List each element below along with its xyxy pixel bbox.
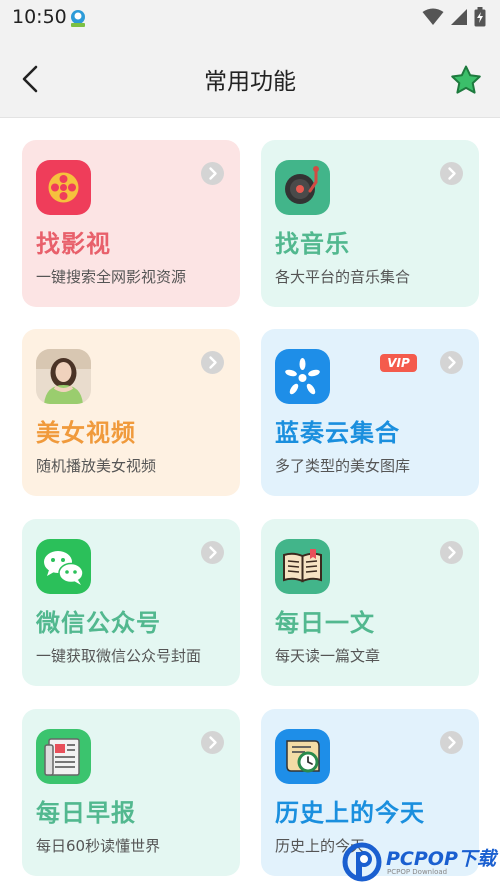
status-time: 10:50 [12, 6, 67, 28]
pcpop-watermark: PCPOP下载 PCPOP Download [342, 842, 496, 882]
card-beauty-videos[interactable]: 美女视频 随机播放美女视频 [22, 329, 240, 496]
wechat-icon [36, 539, 91, 594]
battery-charging-icon [474, 7, 486, 27]
page-title: 常用功能 [204, 69, 296, 95]
app-notification-icon [71, 10, 85, 27]
status-icons [422, 7, 486, 27]
film-reel-icon [36, 160, 91, 215]
chevron-right-icon [440, 731, 463, 754]
chevron-right-icon [201, 351, 224, 374]
function-grid: 找影视 一键搜索全网影视资源 找音乐 各大平台的音乐集合 美女视频 随机播放美女… [0, 118, 500, 888]
chevron-right-icon [201, 731, 224, 754]
card-description: 多了类型的美女图库 [275, 457, 411, 475]
card-description: 每日60秒读懂世界 [36, 837, 161, 855]
watermark-subtext: PCPOP Download [387, 868, 448, 876]
cellular-signal-icon [451, 9, 467, 25]
lanzou-cloud-icon [275, 349, 330, 404]
card-description: 随机播放美女视频 [36, 457, 157, 475]
newspaper-icon [36, 729, 91, 784]
card-wechat-official[interactable]: 微信公众号 一键获取微信公众号封面 [22, 519, 240, 686]
app-bar: 常用功能 [0, 36, 500, 118]
card-find-music[interactable]: 找音乐 各大平台的音乐集合 [261, 140, 479, 307]
card-title: 美女视频 [36, 419, 136, 447]
chevron-right-icon [440, 541, 463, 564]
card-title: 每日早报 [36, 799, 136, 827]
card-title: 找影视 [36, 230, 111, 258]
card-title: 找音乐 [275, 230, 350, 258]
card-daily-article[interactable]: 每日一文 每天读一篇文章 [261, 519, 479, 686]
card-description: 每天读一篇文章 [275, 647, 381, 665]
card-lanzou-collection[interactable]: VIP 蓝奏云集合 多了类型的美女图库 [261, 329, 479, 496]
vip-badge: VIP [380, 354, 417, 372]
card-title: 蓝奏云集合 [275, 419, 400, 447]
card-morning-news[interactable]: 每日早报 每日60秒读懂世界 [22, 709, 240, 876]
wifi-icon [422, 8, 444, 25]
record-player-icon [275, 160, 330, 215]
chevron-right-icon [201, 541, 224, 564]
card-description: 各大平台的音乐集合 [275, 268, 411, 286]
favorite-star-button[interactable] [450, 64, 482, 96]
watermark-text: PCPOP下载 [386, 848, 496, 870]
chevron-right-icon [440, 351, 463, 374]
card-title: 每日一文 [275, 609, 375, 637]
portrait-thumbnail [36, 349, 91, 404]
chevron-right-icon [201, 162, 224, 185]
chevron-right-icon [440, 162, 463, 185]
card-title: 微信公众号 [36, 609, 161, 637]
card-find-movies[interactable]: 找影视 一键搜索全网影视资源 [22, 140, 240, 307]
open-book-icon [275, 539, 330, 594]
history-scroll-icon [275, 729, 330, 784]
pcpop-logo-icon [342, 842, 382, 882]
status-bar: 10:50 [0, 0, 500, 36]
card-description: 一键搜索全网影视资源 [36, 268, 187, 286]
card-title: 历史上的今天 [275, 799, 425, 827]
card-description: 一键获取微信公众号封面 [36, 647, 202, 665]
